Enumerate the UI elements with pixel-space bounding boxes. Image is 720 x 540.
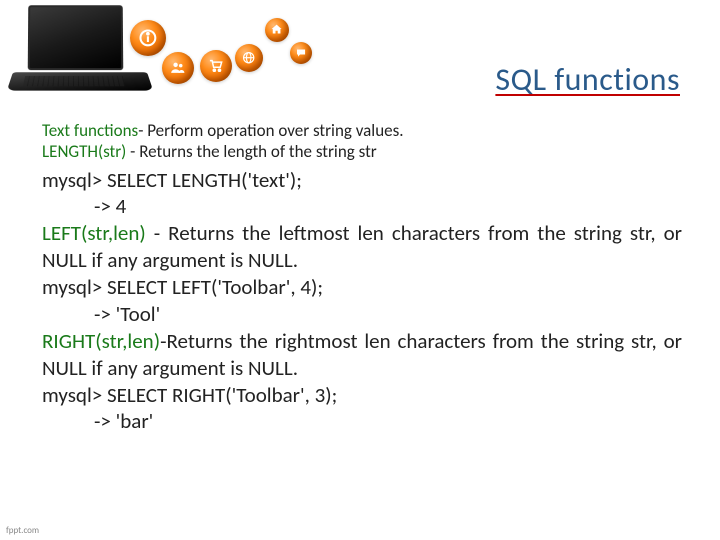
text-functions-label: Text functions [42, 120, 138, 141]
globe-icon [235, 44, 263, 72]
right-output: -> 'bar' [42, 408, 682, 435]
length-signature: LENGTH(str) [42, 141, 126, 162]
home-icon [265, 18, 289, 42]
right-line: RIGHT(str,len)-Returns the rightmost len… [42, 328, 682, 382]
right-signature: RIGHT(str,len) [42, 328, 160, 354]
left-cmd: mysql> SELECT LEFT('Toolbar', 4); [42, 274, 682, 301]
length-cmd: mysql> SELECT LENGTH('text'); [42, 167, 682, 194]
left-line: LEFT(str,len) - Returns the leftmost len… [42, 220, 682, 274]
text-functions-desc: - Perform operation over string values. [138, 120, 403, 141]
info-icon [130, 20, 166, 56]
right-cmd: mysql> SELECT RIGHT('Toolbar', 3); [42, 382, 682, 409]
chat-icon [290, 42, 312, 64]
body-block: mysql> SELECT LENGTH('text'); -> 4 LEFT(… [42, 167, 682, 436]
title-text: SQL functions [495, 60, 680, 99]
people-icon [162, 52, 194, 84]
header-graphic [0, 0, 300, 105]
slide-title: SQL functions [495, 60, 680, 99]
cart-icon [200, 50, 232, 82]
length-output: -> 4 [42, 193, 682, 220]
left-signature: LEFT(str,len) [42, 220, 146, 246]
footer-credit: fppt.com [6, 525, 39, 536]
intro-block: Text functions- Perform operation over s… [42, 120, 682, 163]
length-desc: - Returns the length of the string str [126, 141, 376, 162]
slide-content: Text functions- Perform operation over s… [42, 120, 682, 435]
laptop-illustration [10, 5, 150, 100]
left-output: -> 'Tool' [42, 301, 682, 328]
